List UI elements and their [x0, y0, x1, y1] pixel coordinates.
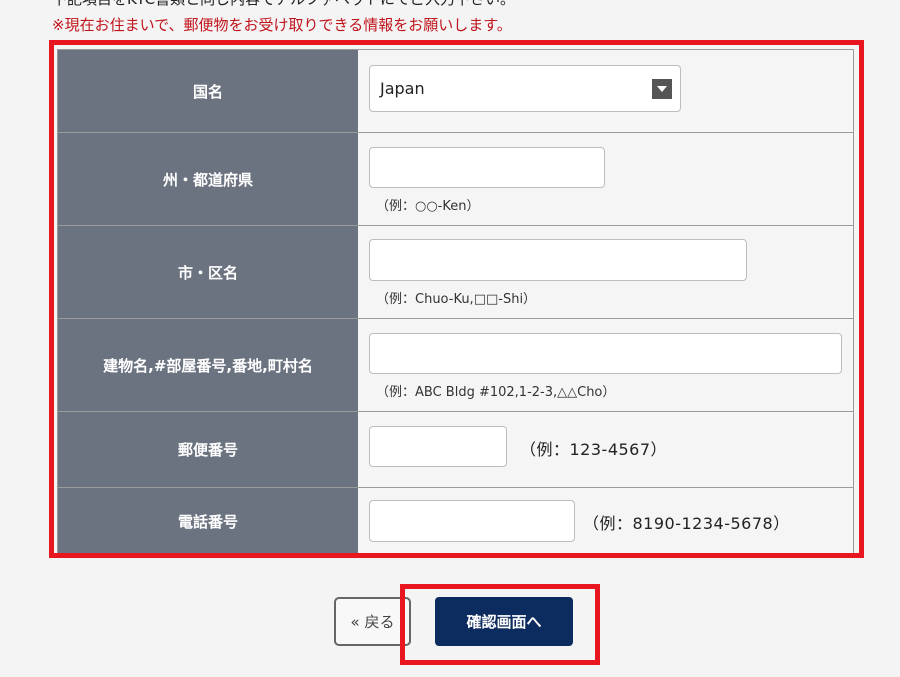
form-highlight-frame — [49, 40, 864, 558]
notice-text: ※現在お住まいで、郵便物をお受け取りできる情報をお願いします。 — [52, 16, 512, 34]
confirm-highlight-frame — [400, 584, 600, 665]
instruction-text: 下記項目をKYC書類と同じ内容でアルファベットにてご入力下さい。 — [52, 0, 515, 9]
